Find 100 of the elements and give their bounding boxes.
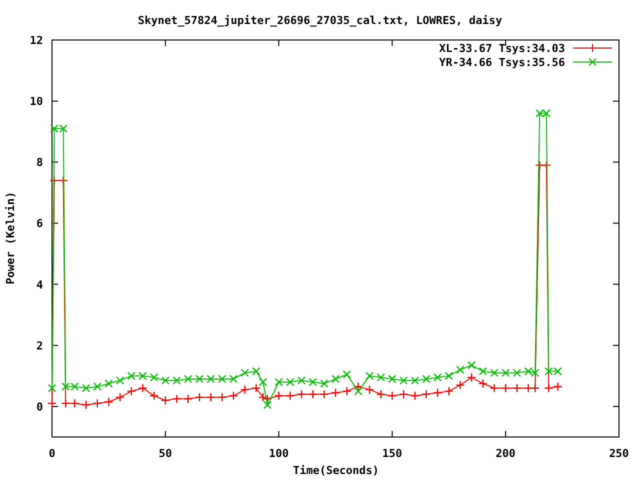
data-point (544, 384, 554, 393)
data-point (104, 379, 113, 388)
data-point (320, 379, 328, 388)
data-point (240, 368, 249, 377)
data-point (433, 373, 442, 382)
data-point (195, 374, 204, 384)
data-point (194, 392, 204, 402)
data-point (286, 378, 294, 386)
x-tick-label: 100 (268, 447, 289, 460)
data-point (206, 392, 216, 402)
data-point (554, 367, 562, 376)
data-point (467, 361, 476, 370)
data-point (422, 390, 431, 399)
data-point (478, 367, 488, 376)
x-axis-label: Time(Seconds) (292, 464, 380, 477)
data-point (456, 366, 464, 374)
data-point (262, 394, 272, 404)
x-tick-label: 250 (609, 447, 629, 460)
data-point (240, 385, 250, 394)
data-point (252, 384, 261, 393)
data-point (376, 373, 385, 382)
data-point (478, 378, 488, 388)
data-point (218, 392, 227, 402)
data-point (320, 390, 329, 399)
data-point (138, 384, 148, 393)
data-point (354, 382, 363, 392)
data-point (466, 372, 476, 382)
data-point (331, 374, 340, 384)
data-point (342, 370, 351, 378)
data-point (138, 372, 147, 380)
data-point (364, 385, 374, 394)
data-point (524, 367, 532, 376)
data-point (150, 373, 158, 382)
data-point (228, 391, 238, 400)
data-point (535, 160, 544, 170)
data-point (258, 378, 268, 386)
data-point (104, 397, 114, 406)
data-point (410, 376, 419, 385)
y-tick-label: 6 (36, 217, 43, 230)
data-point (512, 384, 522, 393)
data-point (160, 396, 170, 405)
data-point (308, 390, 318, 399)
data-point (161, 376, 170, 385)
data-point (388, 374, 396, 384)
data-point (50, 124, 58, 133)
data-point (82, 384, 90, 392)
data-point (183, 394, 193, 404)
data-point (432, 388, 442, 398)
data-point (308, 378, 317, 386)
data-point (398, 390, 408, 399)
legend-label: XL-33.67 Tsys:34.03 (439, 42, 565, 55)
data-point (127, 372, 136, 380)
data-point (286, 391, 295, 400)
data-point (50, 176, 59, 186)
data-point (330, 388, 340, 398)
data-point (58, 176, 68, 186)
data-point (297, 376, 306, 385)
data-point (116, 376, 124, 385)
data-point (542, 109, 551, 118)
legend-label: YR-34.66 Tsys:35.56 (439, 56, 565, 69)
data-point (296, 390, 306, 399)
chart-title: Skynet_57824_jupiter_26696_27035_cal.txt, LOWRES, daisy (138, 14, 502, 27)
data-point (274, 378, 283, 386)
data-point (422, 374, 430, 384)
data-point (274, 391, 284, 400)
data-point (47, 398, 57, 408)
data-point (490, 384, 499, 393)
data-point (172, 376, 181, 385)
data-point (544, 367, 553, 376)
y-tick-label: 4 (36, 278, 43, 292)
data-point (70, 382, 79, 391)
data-point (456, 380, 465, 390)
data-point (388, 391, 397, 400)
data-point (444, 372, 453, 380)
data-point (81, 400, 91, 410)
data-point (61, 398, 70, 408)
data-point (365, 372, 374, 380)
data-point (553, 382, 562, 392)
x-tick-label: 0 (48, 447, 56, 460)
data-point (444, 386, 454, 396)
data-point (93, 382, 102, 391)
data-point (126, 386, 136, 396)
data-point (536, 109, 544, 118)
data-point (48, 384, 56, 392)
data-point (149, 391, 159, 400)
x-tick-label: 50 (158, 447, 172, 460)
data-point (206, 374, 215, 384)
data-point (530, 384, 540, 393)
data-point (501, 384, 510, 393)
data-point (512, 368, 522, 377)
y-tick-label: 2 (36, 339, 43, 352)
y-tick-label: 12 (30, 34, 43, 47)
data-point (354, 387, 362, 396)
data-point (410, 391, 420, 400)
data-point (542, 160, 552, 170)
data-point (252, 367, 260, 376)
y-tick-label: 0 (36, 400, 43, 414)
x-tick-label: 200 (496, 447, 516, 460)
data-point (70, 398, 80, 408)
y-tick-label: 8 (36, 156, 43, 170)
